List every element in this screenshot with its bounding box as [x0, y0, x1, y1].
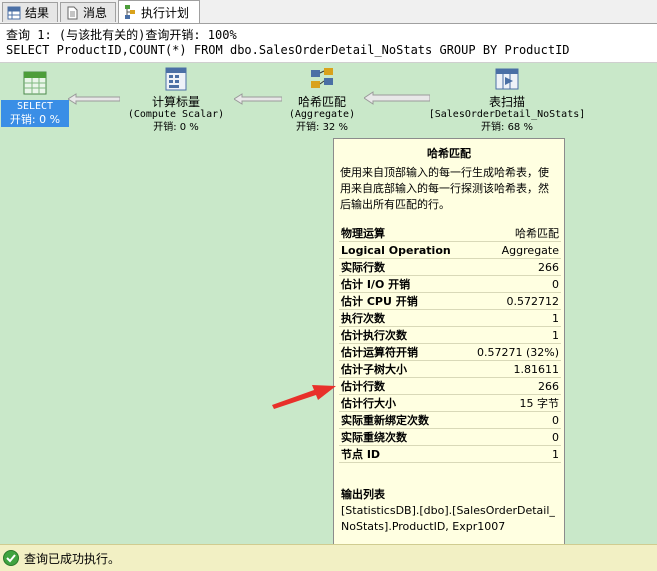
compute-scalar-operator[interactable]: 计算标量 (Compute Scalar) 开销: 0 %: [118, 66, 234, 134]
property-row: Logical Operation Aggregate: [339, 242, 561, 259]
select-operator-cost: 开销: 0 %: [9, 113, 61, 126]
property-row: 执行次数 1: [339, 310, 561, 327]
property-name: 估计 CPU 开销: [341, 295, 418, 308]
property-value: 266: [538, 379, 559, 393]
hash-match-operator[interactable]: 哈希匹配 (Aggregate) 开销: 32 %: [276, 66, 368, 134]
output-list-text: [StatisticsDB].[dbo].[SalesOrderDetail_N…: [341, 504, 555, 533]
select-operator-highlight[interactable]: SELECT 开销: 0 %: [1, 100, 69, 127]
annotation-arrow: [272, 385, 336, 409]
hash-match-icon: [311, 68, 333, 88]
property-row: 物理运算 哈希匹配: [339, 225, 561, 242]
execution-plan-icon: [125, 5, 135, 19]
status-text: 查询已成功执行。: [24, 551, 121, 566]
table-scan-label: 表扫描: [488, 95, 525, 109]
compute-scalar-subtitle: (Compute Scalar): [127, 109, 225, 120]
property-name: 估计运算符开销: [341, 346, 418, 359]
table-scan-icon: [495, 68, 519, 90]
property-name: Logical Operation: [341, 243, 451, 257]
hash-match-subtitle: (Aggregate): [288, 109, 356, 120]
grid-icon: [7, 6, 21, 19]
property-row: 估计执行次数 1: [339, 327, 561, 344]
property-row: 估计运算符开销 0.57271 (32%): [339, 344, 561, 361]
property-name: 实际重新绑定次数: [341, 414, 429, 427]
property-value: 266: [538, 260, 559, 274]
compute-scalar-icon: [165, 67, 187, 91]
property-name: 估计 I/O 开销: [341, 278, 411, 291]
hash-match-cost: 开销: 32 %: [296, 122, 348, 133]
document-icon: [67, 6, 78, 19]
tab-messages[interactable]: 消息: [60, 2, 116, 22]
property-value: 1: [552, 447, 559, 461]
property-value: 0.572712: [506, 294, 560, 308]
compute-scalar-cost: 开销: 0 %: [153, 122, 199, 133]
property-value: 1.81611: [513, 362, 560, 376]
property-row: 估计行大小 15 字节: [339, 395, 561, 412]
select-operator[interactable]: [1, 70, 69, 99]
data-flow-arrow: [68, 93, 120, 105]
property-name: 估计执行次数: [341, 329, 407, 342]
property-value: 15 字节: [519, 397, 560, 410]
tooltip-title: 哈希匹配: [427, 147, 471, 160]
results-tab-bar: 结果 消息 执行计划: [0, 0, 657, 24]
query-cost-line: 查询 1: (与该批有关的)查询开销: 100%: [6, 28, 237, 42]
status-bar: 查询已成功执行。: [0, 544, 657, 571]
property-value: 0.57271 (32%): [476, 345, 559, 359]
check-circle-icon: [3, 550, 19, 566]
table-scan-operator[interactable]: 表扫描 [SalesOrderDetail_NoStats] 开销: 68 %: [420, 66, 594, 134]
property-name: 估计子树大小: [341, 363, 407, 376]
tooltip-description: 使用来自顶部输入的每一行生成哈希表，使用来自底部输入的每一行探测该哈希表，然后输…: [340, 166, 549, 211]
property-row: 估计子树大小 1.81611: [339, 361, 561, 378]
property-row: 估计行数 266: [339, 378, 561, 395]
property-row: 实际行数 266: [339, 259, 561, 276]
property-value: 0: [552, 277, 559, 291]
property-row: 节点 ID 1: [339, 446, 561, 463]
query-sql-text: SELECT ProductID,COUNT(*) FROM dbo.Sales…: [6, 43, 570, 57]
property-name: 执行次数: [341, 312, 385, 325]
plan-header: 查询 1: (与该批有关的)查询开销: 100% SELECT ProductI…: [0, 24, 657, 63]
hash-match-label: 哈希匹配: [297, 95, 346, 109]
property-name: 估计行数: [341, 380, 385, 393]
property-value: 0: [552, 413, 559, 427]
property-value: 1: [552, 328, 559, 342]
tab-execution-plan-label: 执行计划: [141, 5, 190, 20]
select-icon: [23, 71, 47, 95]
output-list-heading: 输出列表: [341, 488, 385, 501]
property-name: 估计行大小: [341, 397, 396, 410]
table-scan-cost: 开销: 68 %: [481, 122, 533, 133]
operator-properties-tooltip: 哈希匹配 使用来自顶部输入的每一行生成哈希表，使用来自底部输入的每一行探测该哈希…: [333, 138, 565, 550]
property-value: 哈希匹配: [515, 227, 559, 240]
property-name: 实际行数: [341, 261, 385, 274]
property-row: 实际重绕次数 0: [339, 429, 561, 446]
tab-results[interactable]: 结果: [2, 2, 58, 22]
select-operator-label: SELECT: [16, 101, 54, 112]
property-value: 1: [552, 311, 559, 325]
tab-execution-plan[interactable]: 执行计划: [118, 0, 200, 23]
compute-scalar-label: 计算标量: [151, 95, 200, 109]
property-name: 实际重绕次数: [341, 431, 407, 444]
tooltip-properties-table: 物理运算 哈希匹配 Logical Operation Aggregate 实际行数 26…: [339, 225, 561, 463]
tab-results-label: 结果: [25, 6, 50, 20]
property-name: 物理运算: [341, 227, 385, 240]
property-value: 0: [552, 430, 559, 444]
property-name: 节点 ID: [341, 448, 381, 461]
property-row: 估计 I/O 开销 0: [339, 276, 561, 293]
data-flow-arrow: [234, 93, 282, 105]
table-scan-subtitle: [SalesOrderDetail_NoStats]: [428, 109, 586, 120]
tab-messages-label: 消息: [83, 6, 108, 20]
property-row: 估计 CPU 开销 0.572712: [339, 293, 561, 310]
property-row: 实际重新绑定次数 0: [339, 412, 561, 429]
property-value: Aggregate: [501, 243, 559, 257]
